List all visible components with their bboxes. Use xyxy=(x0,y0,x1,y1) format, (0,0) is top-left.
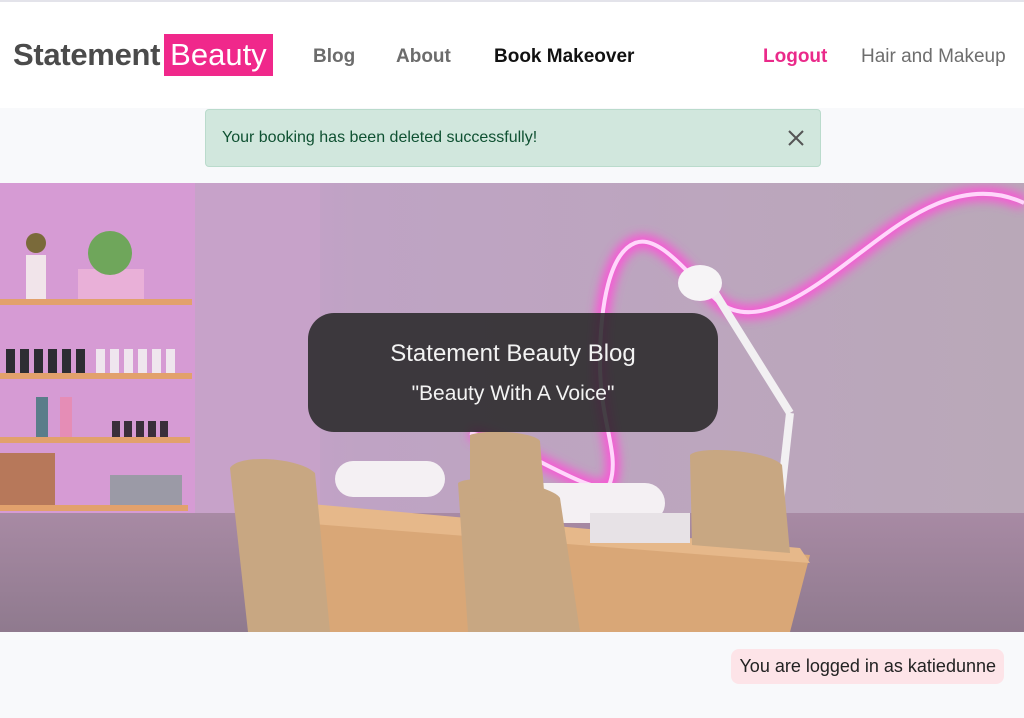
nav-blog-link[interactable]: Blog xyxy=(313,46,355,68)
brand-accent-text: Beauty xyxy=(164,34,273,76)
nav-hair-makeup-link[interactable]: Hair and Makeup xyxy=(861,46,1006,68)
close-icon[interactable] xyxy=(786,128,806,148)
login-status-badge: You are logged in as katiedunne xyxy=(731,649,1004,684)
hero-caption: Statement Beauty Blog "Beauty With A Voi… xyxy=(308,313,718,432)
brand-logo[interactable]: Statement Beauty xyxy=(13,33,273,77)
brand-main-text: Statement xyxy=(13,37,161,72)
hero-banner: Statement Beauty Blog "Beauty With A Voi… xyxy=(0,183,1024,632)
navbar: Statement Beauty Blog About Book Makeove… xyxy=(0,2,1024,108)
hero-title: Statement Beauty Blog xyxy=(390,339,636,367)
alert-message: Your booking has been deleted successful… xyxy=(222,129,538,146)
success-alert: Your booking has been deleted successful… xyxy=(205,109,821,167)
nav-about-link[interactable]: About xyxy=(396,46,451,68)
nav-logout-link[interactable]: Logout xyxy=(763,46,827,68)
hero-subtitle: "Beauty With A Voice" xyxy=(411,381,615,405)
nav-book-makeover-link[interactable]: Book Makeover xyxy=(494,46,634,68)
